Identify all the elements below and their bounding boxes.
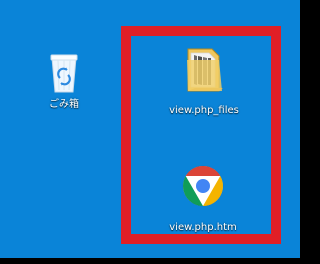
desktop-icon-label: ごみ箱	[49, 99, 79, 110]
desktop-icon-view-php-files[interactable]: view.php_files	[154, 45, 254, 117]
desktop-icon-label: view.php.htm	[169, 222, 237, 233]
chrome-icon	[181, 164, 225, 208]
folder-icon	[180, 45, 228, 95]
taskbar-strip	[0, 258, 300, 264]
desktop-icon-view-php-htm[interactable]: view.php.htm	[148, 164, 258, 234]
desktop-icon-label: view.php_files	[169, 105, 239, 116]
recycle-bin-icon	[44, 52, 84, 94]
desktop-icon-recycle-bin[interactable]: ごみ箱	[38, 52, 90, 111]
desktop-background: ごみ箱 view.php_files view.php.htm	[0, 0, 300, 258]
